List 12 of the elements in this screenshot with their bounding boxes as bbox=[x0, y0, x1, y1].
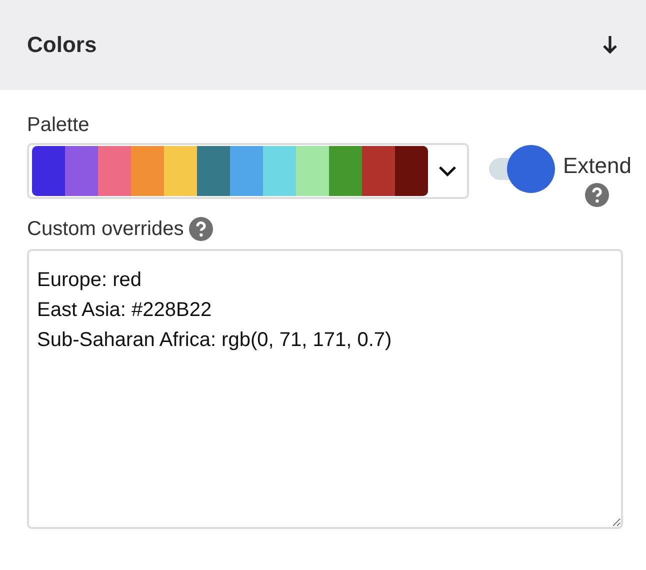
extend-toggle[interactable] bbox=[489, 145, 555, 193]
palette-label: Palette bbox=[27, 114, 90, 137]
overrides-label: Custom overrides bbox=[27, 218, 184, 240]
palette-select[interactable] bbox=[27, 143, 469, 199]
help-icon[interactable] bbox=[188, 217, 213, 241]
section-header[interactable]: Colors bbox=[0, 0, 646, 90]
chevron-down-icon bbox=[438, 165, 457, 177]
extend-label: Extend bbox=[563, 153, 632, 179]
arrow-down-icon[interactable] bbox=[602, 35, 618, 55]
help-icon[interactable] bbox=[585, 183, 610, 207]
section-title: Colors bbox=[27, 32, 97, 58]
overrides-field[interactable]: Europe: red East Asia: #228B22 Sub-Saharan Africa: rgb(0, 71, 171, 0.7) bbox=[27, 249, 623, 529]
